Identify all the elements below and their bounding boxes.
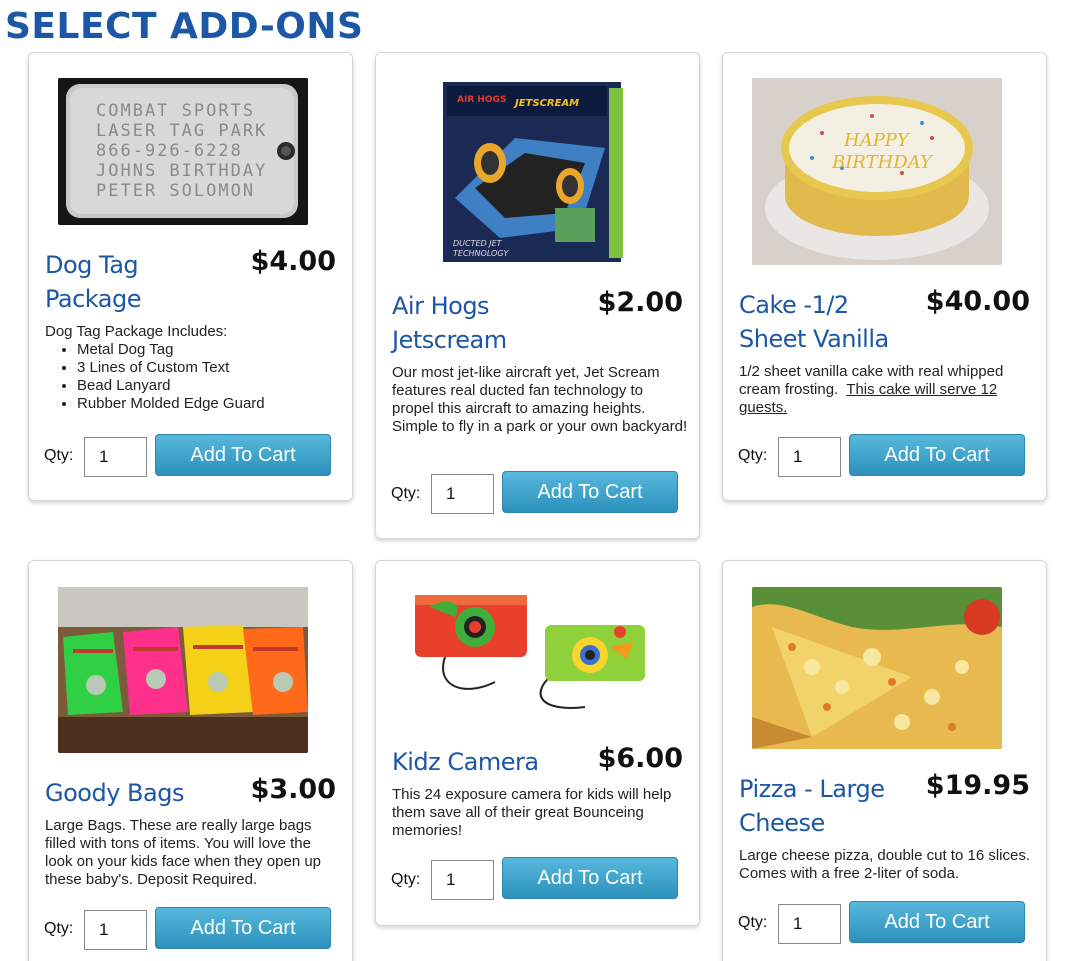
- quantity-input[interactable]: [778, 437, 841, 477]
- product-description: Large Bags. These are really large bags …: [45, 817, 322, 888]
- svg-text:PETER SOLOMON: PETER SOLOMON: [96, 181, 255, 201]
- svg-text:DUCTED JET: DUCTED JET: [453, 239, 503, 248]
- product-name: Dog Tag Package: [45, 251, 141, 313]
- product-card-cake: HAPPY BIRTHDAY Cake -1/2 Sheet Vanilla $…: [722, 52, 1047, 501]
- pizza-image: [752, 587, 1002, 749]
- product-name: Kidz Camera: [392, 748, 539, 776]
- product-price: $40.00: [925, 286, 1030, 317]
- quantity-input[interactable]: [778, 904, 841, 944]
- goody-bags-image: [58, 587, 308, 753]
- svg-text:AIR HOGS: AIR HOGS: [457, 95, 506, 105]
- product-price: $19.95: [925, 770, 1030, 801]
- svg-text:JETSCREAM: JETSCREAM: [513, 98, 579, 109]
- product-card-pizza: Pizza - Large Cheese $19.95 Large cheese…: [722, 560, 1047, 961]
- air-hogs-image: AIR HOGS JETSCREAM DUCTED JET TECHNOLOGY: [405, 78, 655, 265]
- product-card-kidz-camera: Kidz Camera $6.00 This 24 exposure camer…: [375, 560, 700, 926]
- qty-label: Qty:: [738, 914, 768, 931]
- list-item: Metal Dog Tag: [77, 341, 341, 359]
- product-price: $4.00: [250, 246, 336, 277]
- svg-text:JOHNS BIRTHDAY: JOHNS BIRTHDAY: [96, 161, 267, 181]
- quantity-input[interactable]: [431, 474, 494, 514]
- product-description: Dog Tag Package Includes: Metal Dog Tag …: [45, 323, 341, 413]
- product-card-dog-tag: COMBAT SPORTS LASER TAG PARK 866-926-622…: [28, 52, 353, 501]
- dog-tag-image: COMBAT SPORTS LASER TAG PARK 866-926-622…: [58, 78, 308, 225]
- product-description: 1/2 sheet vanilla cake with real whipped…: [739, 363, 1004, 416]
- product-name: Goody Bags: [45, 779, 184, 807]
- quantity-input[interactable]: [84, 910, 147, 950]
- list-item: 3 Lines of Custom Text: [77, 359, 341, 377]
- add-to-cart-button[interactable]: Add To Cart: [155, 434, 331, 476]
- kidz-camera-image: [405, 587, 655, 717]
- quantity-input[interactable]: [84, 437, 147, 477]
- qty-label: Qty:: [44, 447, 74, 464]
- product-price: $2.00: [597, 287, 683, 318]
- svg-text:COMBAT SPORTS: COMBAT SPORTS: [96, 101, 255, 121]
- qty-label: Qty:: [44, 920, 74, 937]
- svg-text:LASER TAG PARK: LASER TAG PARK: [96, 121, 267, 141]
- qty-label: Qty:: [391, 485, 421, 502]
- list-item: Bead Lanyard: [77, 377, 341, 395]
- qty-label: Qty:: [391, 871, 421, 888]
- add-to-cart-button[interactable]: Add To Cart: [502, 471, 678, 513]
- product-description: Our most jet-like aircraft yet, Jet Scre…: [392, 364, 688, 435]
- product-price: $3.00: [250, 774, 336, 805]
- svg-text:HAPPY: HAPPY: [843, 130, 911, 151]
- cake-image: HAPPY BIRTHDAY: [752, 78, 1002, 265]
- add-to-cart-button[interactable]: Add To Cart: [849, 434, 1025, 476]
- product-card-air-hogs: AIR HOGS JETSCREAM DUCTED JET TECHNOLOGY…: [375, 52, 700, 539]
- product-name: Air Hogs Jetscream: [392, 292, 507, 354]
- product-description: Large cheese pizza, double cut to 16 sli…: [739, 847, 1031, 882]
- list-item: Rubber Molded Edge Guard: [77, 395, 341, 413]
- page-title: SELECT ADD-ONS: [5, 6, 364, 47]
- product-description: This 24 exposure camera for kids will he…: [392, 786, 672, 839]
- product-name: Pizza - Large Cheese: [739, 775, 885, 837]
- product-card-goody-bags: Goody Bags $3.00 Large Bags. These are r…: [28, 560, 353, 961]
- quantity-input[interactable]: [431, 860, 494, 900]
- add-to-cart-button[interactable]: Add To Cart: [155, 907, 331, 949]
- svg-text:BIRTHDAY: BIRTHDAY: [831, 152, 934, 173]
- product-name: Cake -1/2 Sheet Vanilla: [739, 291, 889, 353]
- svg-text:866-926-6228: 866-926-6228: [96, 141, 243, 161]
- add-to-cart-button[interactable]: Add To Cart: [502, 857, 678, 899]
- product-price: $6.00: [597, 743, 683, 774]
- qty-label: Qty:: [738, 447, 768, 464]
- svg-text:TECHNOLOGY: TECHNOLOGY: [453, 249, 510, 258]
- add-to-cart-button[interactable]: Add To Cart: [849, 901, 1025, 943]
